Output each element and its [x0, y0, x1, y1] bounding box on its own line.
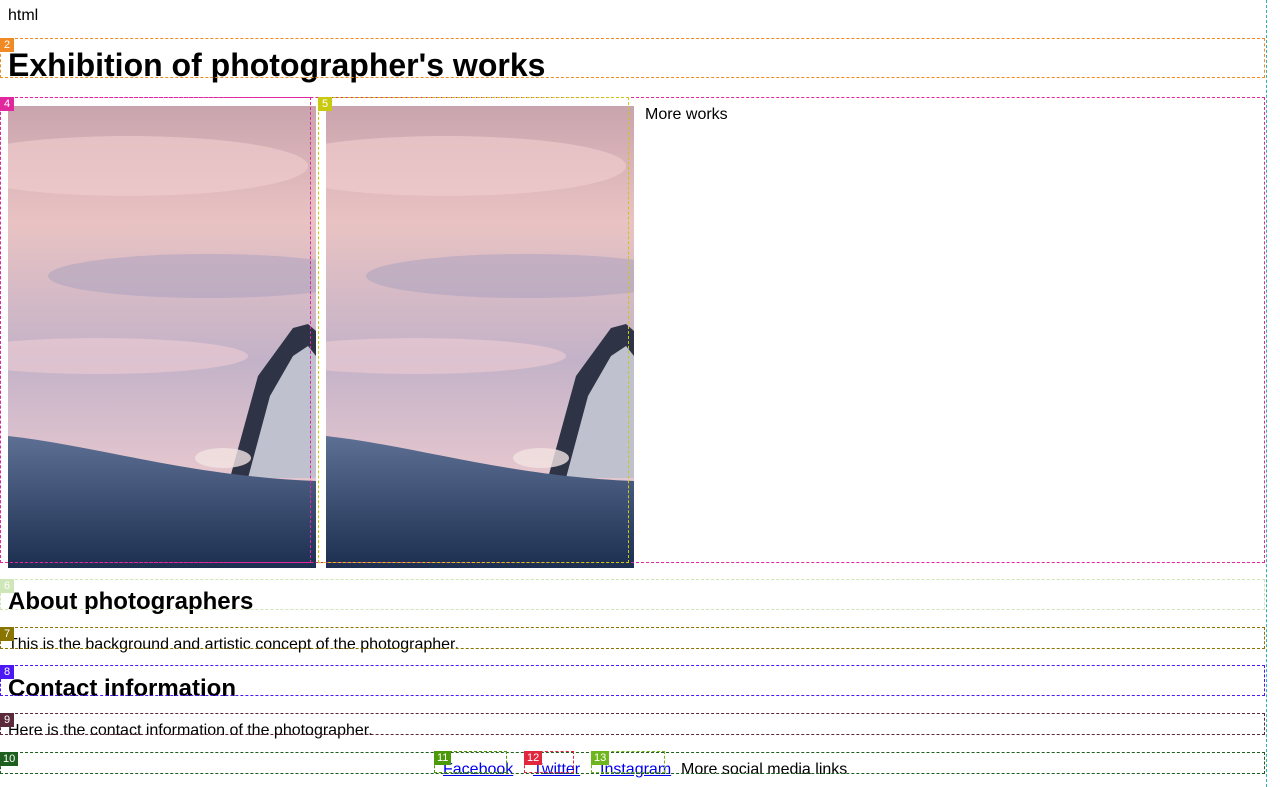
- instagram-link[interactable]: Instagram: [600, 761, 671, 779]
- gallery-photo-1: [8, 106, 316, 568]
- twitter-link[interactable]: Twitter: [533, 761, 580, 779]
- root-label: html: [8, 7, 39, 24]
- contact-heading: Contact information: [8, 675, 236, 702]
- more-social-text: More social media links: [681, 761, 848, 778]
- facebook-link[interactable]: Facebook: [443, 761, 513, 779]
- more-works-text: More works: [645, 106, 728, 123]
- page-title: Exhibition of photographer's works: [8, 47, 546, 83]
- contact-text: Here is the contact information of the p…: [8, 722, 373, 739]
- about-text: This is the background and artistic conc…: [8, 636, 459, 653]
- gallery-photo-2: [326, 106, 634, 568]
- about-heading: About photographers: [8, 588, 254, 615]
- overlay-tag: 10: [0, 752, 19, 766]
